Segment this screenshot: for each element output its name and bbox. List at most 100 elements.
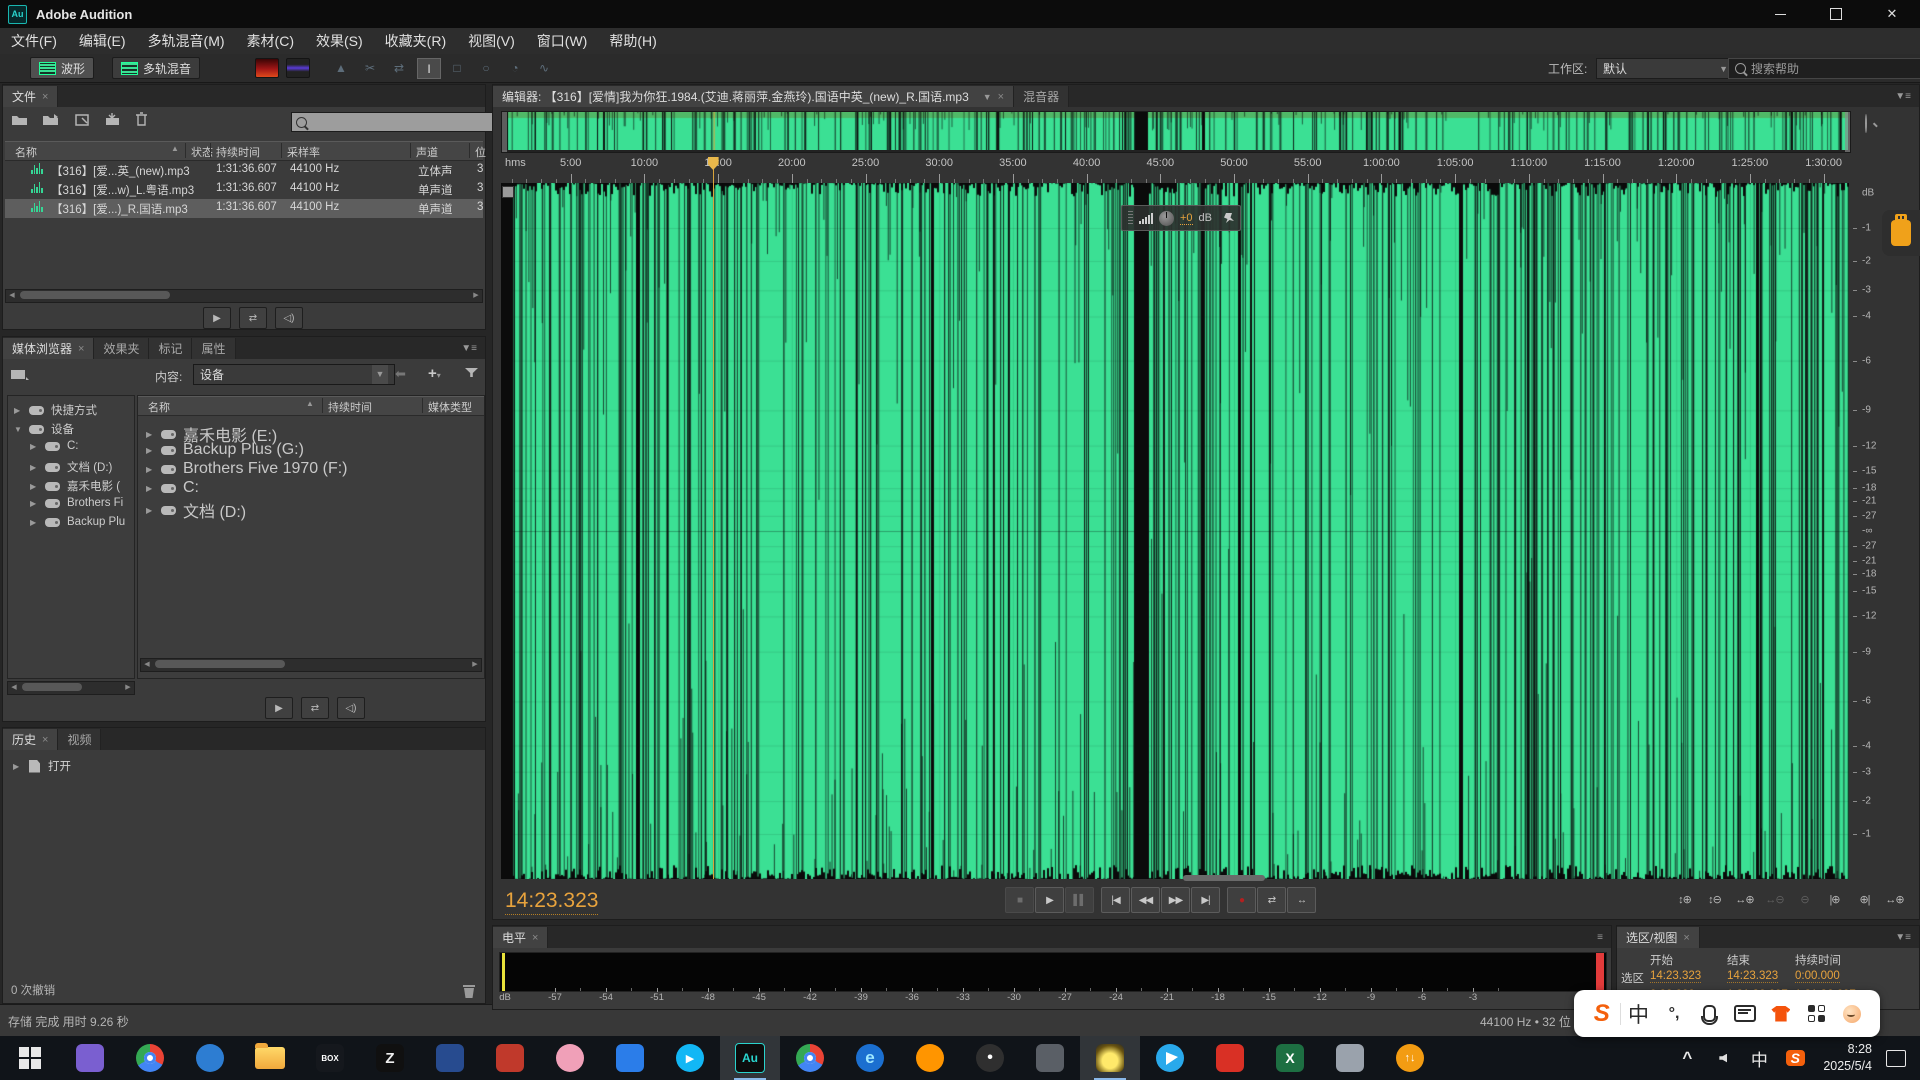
dark-dot-app-icon[interactable]: • [960, 1036, 1020, 1080]
navy-app-icon[interactable] [420, 1036, 480, 1080]
timeline-ruler[interactable]: hms 5:0010:0015:0020:0025:0030:0035:0040… [501, 155, 1849, 184]
tree-item[interactable]: ▶C: [30, 440, 79, 452]
panel-menu-icon[interactable]: ▼≡ [1887, 91, 1919, 102]
menu-文件(F)[interactable]: 文件(F) [0, 28, 68, 54]
back-arrow-icon[interactable]: ⬅ [395, 366, 406, 382]
menu-素材(C)[interactable]: 素材(C) [236, 28, 305, 54]
file-row[interactable]: 【316】[爱...英_(new).mp31:31:36.607 44100 H… [5, 161, 483, 180]
ime-mode-toggle[interactable]: 中 [1621, 999, 1657, 1029]
grey-note-app-icon[interactable] [1320, 1036, 1380, 1080]
menu-多轨混音(M)[interactable]: 多轨混音(M) [137, 28, 236, 54]
sogou-logo-icon[interactable]: S [1584, 1000, 1620, 1028]
media-tree-scrollbar[interactable]: ◀▶ [7, 681, 135, 695]
time-display[interactable]: 14:23.323 [505, 889, 598, 915]
loop-preview-button[interactable]: ⇄ [239, 307, 267, 329]
sv-start-value[interactable]: 14:23.323 [1650, 970, 1701, 983]
overview-left-handle[interactable] [502, 112, 507, 152]
app-purple-icon[interactable] [60, 1036, 120, 1080]
menu-编辑(E)[interactable]: 编辑(E) [68, 28, 137, 54]
tray-chevron-icon[interactable]: ^ [1669, 1036, 1705, 1080]
tab-历史[interactable]: 历史× [3, 729, 58, 750]
pin-icon[interactable] [1224, 213, 1234, 223]
color-app-icon[interactable] [480, 1036, 540, 1080]
zoom-out-full-button[interactable]: ⊖ [1791, 889, 1818, 910]
zoom-to-in-point-button[interactable]: |⊕ [1821, 889, 1848, 910]
trash-icon[interactable] [135, 113, 148, 126]
chevron-down-icon[interactable]: ▼ [983, 92, 992, 102]
media-row[interactable]: ▶Backup Plus (G:) [146, 441, 304, 459]
audition-icon[interactable]: Au [720, 1036, 780, 1080]
col-header[interactable]: 声道 [416, 144, 438, 160]
skip-selection-button[interactable]: ↔ [1287, 887, 1316, 913]
close-icon[interactable]: × [42, 734, 48, 746]
stop-button[interactable]: ■ [1005, 887, 1034, 913]
help-search-input[interactable]: 搜索帮助 [1728, 58, 1920, 79]
files-table-header[interactable]: 名称状态持续时间采样率声道位▲ [5, 141, 483, 161]
insert-multitrack-icon[interactable] [105, 113, 121, 126]
hud-grip-icon[interactable] [1128, 211, 1133, 225]
waveform-scroll-thumb[interactable] [1183, 875, 1265, 881]
box-app-icon[interactable]: BOX [300, 1036, 360, 1080]
lights-app-icon[interactable] [1080, 1036, 1140, 1080]
tool-2[interactable]: ⇄ [388, 58, 410, 77]
close-icon[interactable]: × [532, 932, 538, 944]
multitrack-view-button[interactable]: 多轨混音 [112, 57, 200, 79]
menu-帮助(H)[interactable]: 帮助(H) [598, 28, 667, 54]
col-header[interactable]: 媒体类型 [428, 399, 472, 415]
waveform-overview-strip[interactable] [501, 111, 1851, 153]
filter-icon[interactable] [465, 368, 478, 377]
start-button[interactable] [0, 1036, 60, 1080]
col-header[interactable]: 名称 [15, 144, 37, 160]
tray-sogou-icon[interactable]: S [1777, 1036, 1813, 1080]
app-blue-icon[interactable] [180, 1036, 240, 1080]
close-icon[interactable]: × [998, 91, 1004, 103]
zoom-in-amplitude-button[interactable]: ↕⊕ [1671, 889, 1698, 910]
firefox-icon[interactable] [900, 1036, 960, 1080]
volume-icon[interactable] [1705, 1036, 1741, 1080]
media-row[interactable]: ▶文档 (D:) [146, 498, 246, 522]
tree-item[interactable]: ▶嘉禾电影 ( [30, 478, 120, 494]
tree-item[interactable]: ▶文档 (D:) [30, 459, 112, 475]
ime-toolbox-icon[interactable] [1799, 1005, 1835, 1022]
view-mode-icon[interactable] [11, 369, 29, 381]
spectral-frequency-button[interactable] [255, 58, 279, 78]
orange-sync-app-icon[interactable]: ↑↓ [1380, 1036, 1440, 1080]
close-icon[interactable]: × [42, 91, 48, 103]
panel-menu-icon[interactable]: ≡ [1589, 932, 1611, 943]
ime-keyboard-icon[interactable] [1728, 1005, 1764, 1022]
play-app-icon[interactable]: ▶ [660, 1036, 720, 1080]
extract-audio-icon[interactable] [75, 113, 91, 126]
excel-icon[interactable]: X [1260, 1036, 1320, 1080]
menu-窗口(W)[interactable]: 窗口(W) [526, 28, 599, 54]
edge-icon[interactable]: e [840, 1036, 900, 1080]
tool-3[interactable]: I [417, 58, 441, 79]
zoom-out-amplitude-button[interactable]: ↕⊖ [1701, 889, 1728, 910]
fast-forward-button[interactable]: ▶▶ [1161, 887, 1190, 913]
panel-menu-icon[interactable]: ▼≡ [1887, 932, 1919, 943]
media-row[interactable]: ▶C: [146, 479, 199, 497]
tool-4[interactable]: □ [446, 58, 468, 77]
overview-right-handle[interactable] [1845, 112, 1850, 152]
notification-center-icon[interactable] [1886, 1050, 1906, 1067]
amplitude-ruler[interactable]: dB-1-1-2-2-3-3-4-4-6-6-9-9-12-12-15-15-1… [1853, 183, 1897, 879]
minimize-button[interactable] [1752, 0, 1808, 28]
preview-play-button[interactable]: ▶ [203, 307, 231, 329]
tree-item[interactable]: ▶Backup Plu [30, 516, 125, 528]
hud-gain-value[interactable]: +0 [1180, 212, 1193, 225]
maximize-button[interactable] [1808, 0, 1864, 28]
zoom-to-out-point-button[interactable]: ⊕| [1851, 889, 1878, 910]
trash-icon[interactable] [463, 985, 475, 998]
media-row[interactable]: ▶Brothers Five 1970 (F:) [146, 460, 348, 478]
files-search-input[interactable] [291, 112, 493, 132]
tab-files[interactable]: 文件× [3, 86, 58, 107]
import-file-icon[interactable] [42, 113, 61, 126]
tab-视频[interactable]: 视频 [58, 729, 101, 750]
tool-1[interactable]: ✂ [359, 58, 381, 77]
tree-item[interactable]: ▶Brothers Fi [30, 497, 123, 509]
tree-item[interactable]: ▼设备 [14, 421, 74, 437]
ime-punctuation-toggle[interactable]: °, [1656, 1005, 1692, 1023]
play-button[interactable]: ▶ [1035, 887, 1064, 913]
tab-标记[interactable]: 标记 [149, 338, 192, 359]
expand-icon[interactable]: ▶ [13, 762, 21, 771]
add-shortcut-icon[interactable]: +▾ [428, 365, 441, 382]
